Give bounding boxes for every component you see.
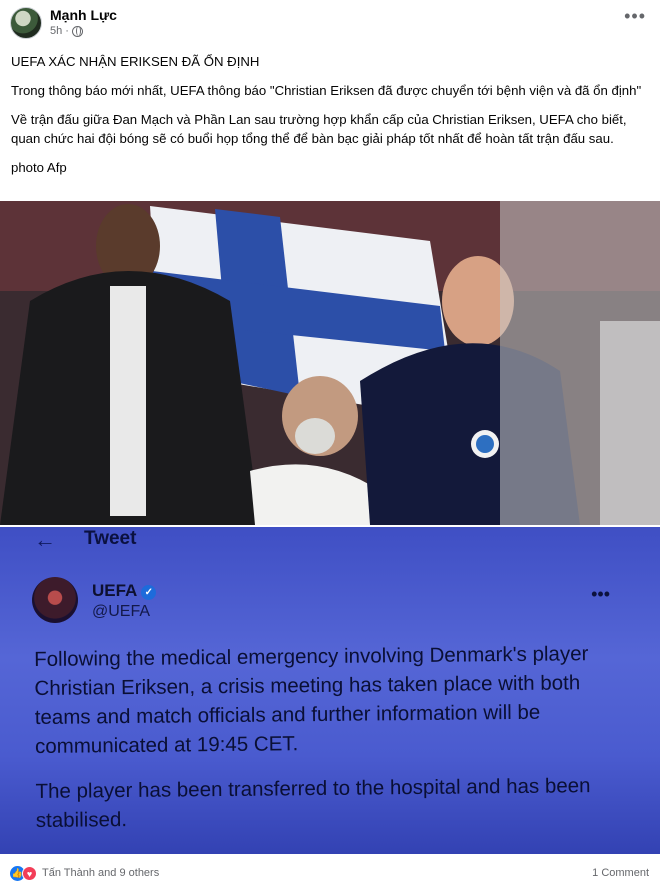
reactions-summary[interactable]: Tấn Thành and 9 others [42, 867, 159, 879]
uefa-logo [32, 577, 78, 623]
post-paragraph: Về trận đấu giữa Đan Mạch và Phần Lan sa… [11, 112, 627, 146]
tweet-more-icon: ••• [591, 584, 610, 604]
tweet-screenshot-photo[interactable]: ← Tweet UEFA ✓ @UEFA ••• Following the me… [0, 527, 660, 854]
photo-illustration [0, 201, 660, 525]
avatar[interactable] [10, 7, 42, 39]
news-photo[interactable] [0, 201, 660, 525]
globe-icon [71, 25, 83, 37]
verified-badge-icon: ✓ [141, 585, 157, 600]
tweet-paragraph: Following the medical emergency involvin… [34, 642, 589, 758]
post-paragraph: Trong thông báo mới nhất, UEFA thông báo… [11, 83, 642, 98]
post-headline: UEFA XÁC NHẬN ERIKSEN ĐÃ ỔN ĐỊNH [11, 54, 260, 69]
tweet-paragraph: The player has been transferred to the h… [35, 774, 591, 832]
author-name[interactable]: Mạnh Lực [50, 7, 117, 23]
more-options-button[interactable]: ••• [624, 6, 646, 27]
post-time[interactable]: 5h [50, 25, 62, 37]
account-name-label: UEFA [92, 581, 138, 600]
post-text: UEFA XÁC NHẬN ERIKSEN ĐÃ ỔN ĐỊNH Trong t… [11, 52, 651, 187]
tweet-body: Following the medical emergency involvin… [34, 639, 626, 851]
post-footer: 👍 ♥ Tấn Thành and 9 others 1 Comment [0, 860, 660, 888]
tweet-header-title: Tweet [84, 528, 137, 549]
comments-count[interactable]: 1 Comment [592, 867, 649, 879]
post-header: Mạnh Lực 5h · ••• [0, 0, 660, 44]
post-meta: 5h · [50, 25, 83, 37]
tweet-account-name: UEFA ✓ [92, 581, 157, 601]
photo-credit: photo Afp [11, 160, 67, 175]
love-reaction-icon[interactable]: ♥ [22, 866, 37, 881]
back-arrow-icon: ← [34, 527, 56, 552]
tweet-handle: @UEFA [92, 603, 151, 620]
